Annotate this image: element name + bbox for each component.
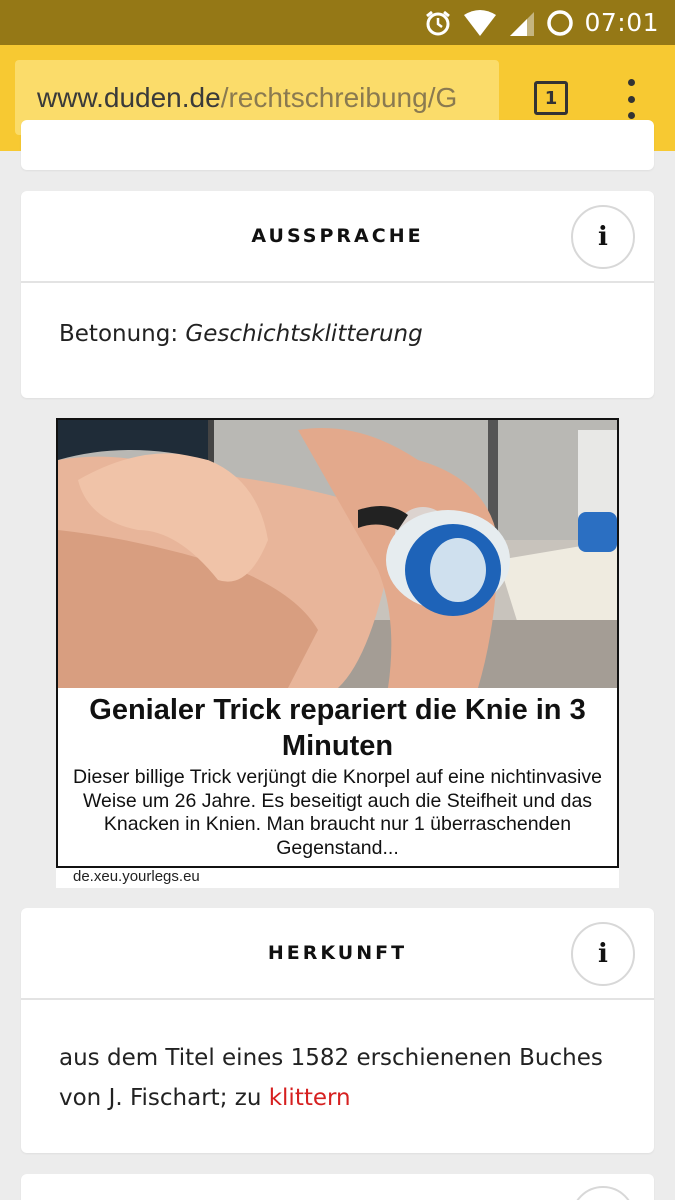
alarm-icon: [426, 10, 451, 35]
aussprache-body: Betonung: Geschichtsklitterung: [21, 283, 654, 347]
herkunft-body: aus dem Titel eines 1582 erschienenen Bu…: [21, 1000, 654, 1118]
url-host: www.duden.de: [37, 82, 221, 113]
next-card: i: [21, 1174, 654, 1200]
aussprache-title: AUSSPRACHE: [251, 225, 424, 247]
betonung-label: Betonung:: [59, 321, 186, 347]
info-icon[interactable]: i: [571, 922, 635, 986]
aussprache-card: AUSSPRACHE i Betonung: Geschichtsklitter…: [21, 191, 654, 398]
wifi-icon: [464, 9, 497, 36]
status-time: 07:01: [584, 8, 659, 37]
url-path: /rechtschreibung/G: [220, 82, 458, 113]
status-bar: 07:01: [0, 0, 675, 45]
herkunft-header[interactable]: HERKUNFT i: [21, 908, 654, 1000]
menu-dot: [627, 112, 635, 119]
battery-icon: [547, 9, 574, 36]
tab-switcher-button[interactable]: 1: [534, 81, 568, 115]
aussprache-header[interactable]: AUSSPRACHE i: [21, 191, 654, 283]
herkunft-title: HERKUNFT: [267, 942, 408, 964]
previous-card: [21, 120, 654, 170]
ad-text[interactable]: Dieser billige Trick verjüngt die Knorpe…: [68, 766, 607, 860]
signal-icon: [510, 11, 535, 36]
ad-knee-image[interactable]: [58, 420, 617, 688]
info-icon[interactable]: i: [571, 1186, 635, 1200]
url-text[interactable]: www.duden.de/rechtschreibung/G: [37, 81, 457, 115]
advertisement[interactable]: Genialer Trick repariert die Knie in 3 M…: [56, 418, 619, 888]
status-icons: 07:01: [424, 0, 659, 45]
menu-dot: [627, 95, 635, 103]
info-icon[interactable]: i: [571, 205, 635, 269]
menu-dot: [627, 79, 635, 86]
klittern-link[interactable]: klittern: [269, 1085, 351, 1111]
info-label: i: [598, 939, 608, 969]
info-label: i: [598, 222, 608, 252]
ad-headline[interactable]: Genialer Trick repariert die Knie in 3 M…: [58, 692, 617, 764]
ad-frame[interactable]: Genialer Trick repariert die Knie in 3 M…: [56, 418, 619, 868]
overflow-menu-icon[interactable]: [616, 79, 646, 119]
ad-source[interactable]: de.xeu.yourlegs.eu: [73, 868, 200, 885]
herkunft-card: HERKUNFT i aus dem Titel eines 1582 ersc…: [21, 908, 654, 1153]
betonung-value: Geschichtsklitterung: [185, 321, 423, 347]
tab-count: 1: [544, 87, 558, 109]
